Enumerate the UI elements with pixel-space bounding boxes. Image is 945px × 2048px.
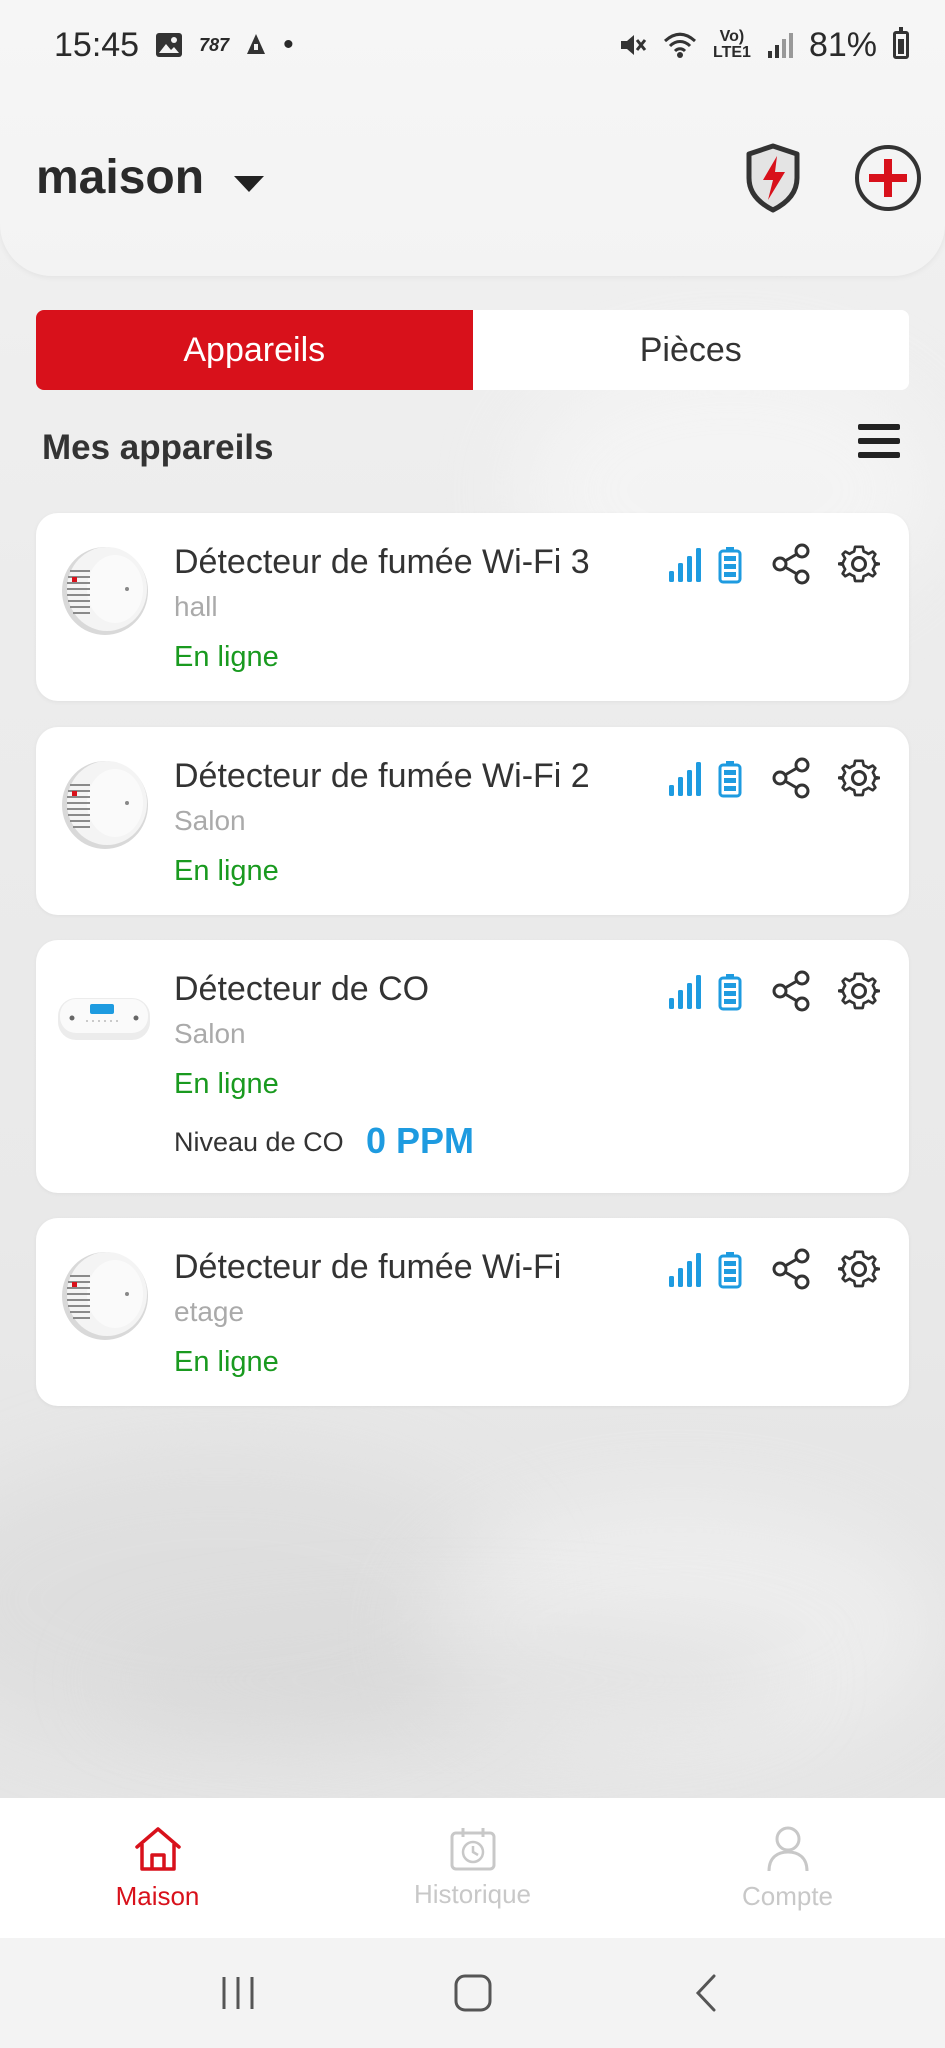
device-room: Salon	[174, 805, 246, 836]
mute-icon	[621, 35, 647, 55]
menu-icon-bar	[858, 438, 900, 444]
wifi-signal-icon	[668, 1252, 702, 1288]
device-card[interactable]: Détecteur de fumée Wi-Fi 2 Salon En lign…	[36, 727, 909, 915]
user-icon	[767, 1826, 808, 1871]
device-room: Salon	[174, 1018, 246, 1049]
home-title: maison	[36, 151, 205, 204]
gallery-icon	[156, 33, 183, 57]
back-chevron-icon	[695, 1974, 715, 2012]
battery-full-icon	[718, 1251, 742, 1289]
menu-icon-bar	[858, 424, 900, 430]
section-title: Mes appareils	[42, 428, 274, 467]
device-card[interactable]: Détecteur de CO Salon En ligne Niveau de…	[36, 940, 909, 1193]
wifi-signal-icon	[668, 547, 702, 583]
menu-icon-bar	[858, 452, 900, 458]
device-status: En ligne	[174, 1068, 279, 1100]
recent-apps-icon	[222, 1977, 253, 2009]
volte-indicator: Vo) LTE1	[713, 29, 751, 61]
device-name: Détecteur de fumée Wi-Fi	[174, 1248, 562, 1286]
device-name: Détecteur de fumée Wi-Fi 3	[174, 543, 590, 581]
nav-label: Compte	[741, 1880, 834, 1911]
share-icon[interactable]	[771, 1248, 811, 1290]
device-room: etage	[174, 1296, 245, 1327]
home-square-icon	[454, 1974, 491, 2012]
gear-icon[interactable]	[838, 757, 880, 799]
wifi-signal-icon	[668, 974, 702, 1010]
smoke-detector-image	[60, 755, 150, 851]
back-button[interactable]	[678, 1963, 738, 2023]
battery-full-icon	[718, 546, 742, 584]
home-selector[interactable]: maison	[36, 150, 265, 205]
smoke-detector-image	[60, 1246, 150, 1342]
co-level-label: Niveau de CO	[174, 1127, 344, 1157]
battery-full-icon	[718, 973, 742, 1011]
system-nav-bar	[0, 1938, 945, 2048]
history-icon	[450, 1827, 495, 1870]
battery-icon	[893, 27, 909, 59]
lte-label: LTE1	[713, 44, 751, 61]
tab-pieces[interactable]: Pièces	[472, 310, 909, 390]
status-time: 15:45	[54, 25, 140, 64]
device-status: En ligne	[174, 641, 279, 673]
gear-icon[interactable]	[838, 970, 880, 1012]
battery-full-icon	[718, 760, 742, 798]
battery-percent: 81%	[808, 25, 877, 64]
status-bar: 15:45 787 • Vo) LTE1 81%	[0, 0, 945, 90]
device-status: En ligne	[174, 855, 279, 887]
device-card[interactable]: Détecteur de fumée Wi-Fi 3 hall En ligne	[36, 513, 909, 701]
plus-circle-icon	[855, 145, 921, 211]
device-name: Détecteur de fumée Wi-Fi 2	[174, 757, 590, 795]
device-room: hall	[174, 591, 218, 622]
home-icon	[134, 1826, 181, 1871]
list-menu-button[interactable]	[858, 424, 900, 466]
view-tabs: Appareils Pièces	[36, 310, 909, 390]
cell-signal-icon	[767, 33, 793, 58]
gear-icon[interactable]	[838, 543, 880, 585]
volte-label: Vo)	[719, 28, 745, 45]
gear-icon[interactable]	[838, 1248, 880, 1290]
co-level-value: 0 PPM	[366, 1120, 475, 1161]
device-card[interactable]: Détecteur de fumée Wi-Fi etage En ligne	[36, 1218, 909, 1406]
wifi-signal-icon	[668, 761, 702, 797]
shield-lightning-icon	[746, 143, 800, 213]
nav-historique[interactable]: Historique	[315, 1798, 630, 1938]
share-icon[interactable]	[771, 757, 811, 799]
nav-label: Historique	[413, 1878, 532, 1909]
share-icon[interactable]	[771, 543, 811, 585]
app-notification-icon	[247, 34, 266, 54]
device-status: En ligne	[174, 1346, 279, 1378]
nav-maison[interactable]: Maison	[0, 1798, 315, 1938]
device-name: Détecteur de CO	[174, 970, 430, 1008]
nav-compte[interactable]: Compte	[630, 1798, 945, 1938]
tab-appareils[interactable]: Appareils	[36, 310, 473, 390]
nav-label: Maison	[115, 1880, 200, 1911]
chevron-down-icon	[234, 175, 265, 192]
wifi-icon	[663, 32, 697, 58]
alarm-shield-button[interactable]	[735, 140, 811, 216]
notification-dot-icon: •	[283, 28, 294, 61]
smoke-detector-image	[60, 541, 150, 637]
add-device-button[interactable]	[850, 140, 926, 216]
carrier-badge: 787	[199, 35, 230, 55]
co-detector-image	[56, 994, 152, 1044]
recent-apps-button[interactable]	[208, 1963, 268, 2023]
bottom-nav: Maison Historique Compte	[0, 1798, 945, 1938]
home-system-button[interactable]	[443, 1963, 503, 2023]
share-icon[interactable]	[771, 970, 811, 1012]
